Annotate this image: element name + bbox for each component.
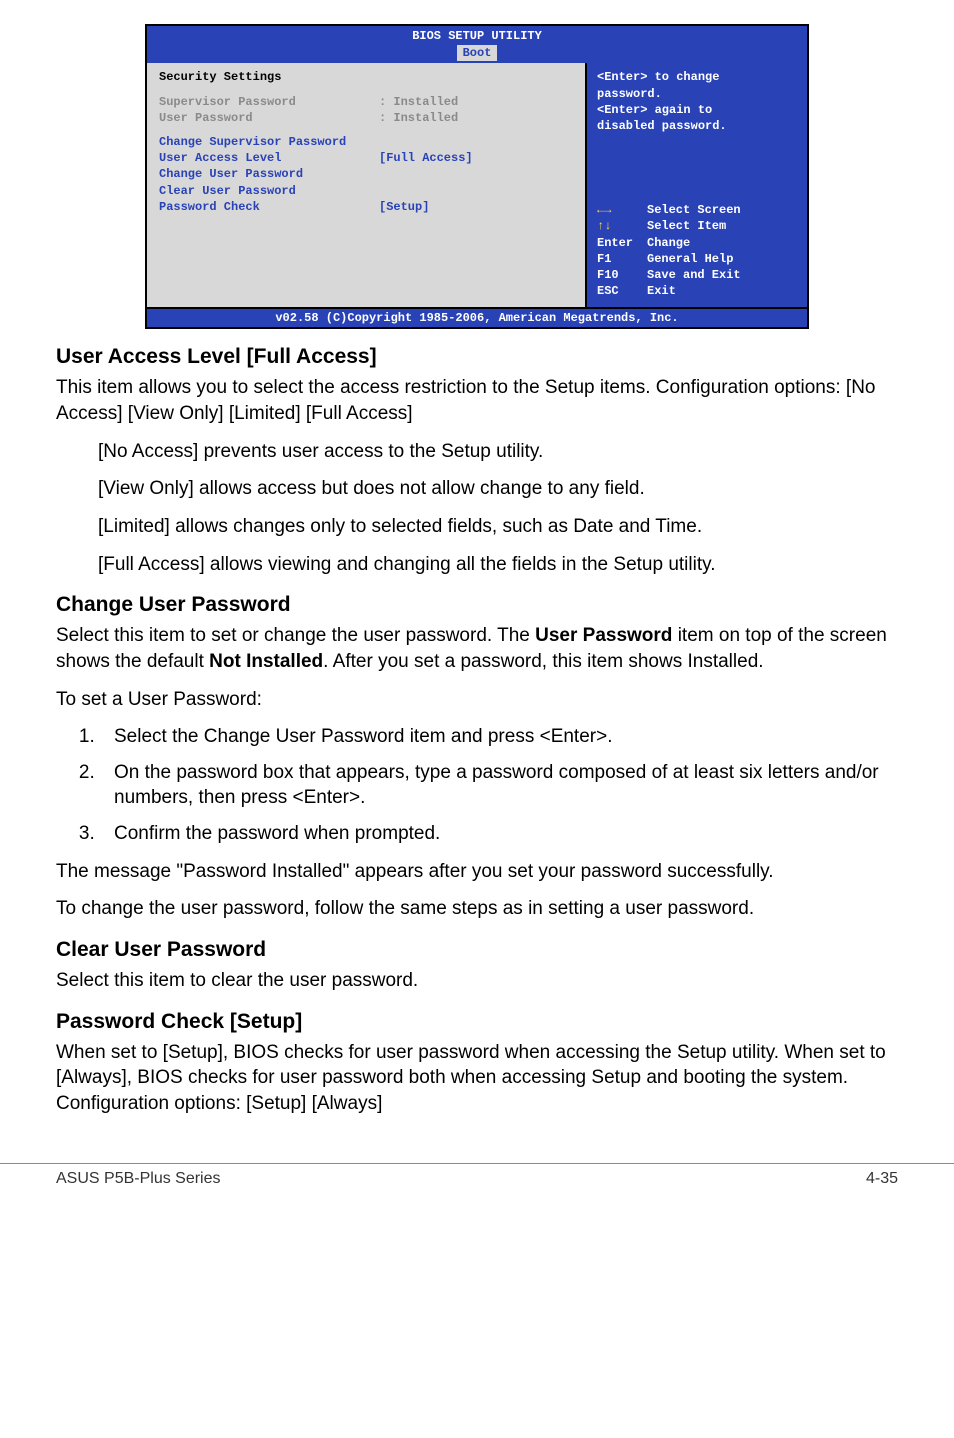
bios-key-f1-v: General Help <box>647 251 733 267</box>
para-cup-installed-msg: The message "Password Installed" appears… <box>56 859 898 885</box>
steps-list: Select the Change User Password item and… <box>56 724 898 847</box>
bios-key-f10-k: F10 <box>597 267 647 283</box>
bios-help-line4: disabled password. <box>597 118 797 134</box>
para-cup-desc: Select this item to set or change the us… <box>56 623 898 674</box>
bios-change-user: Change User Password <box>159 166 575 182</box>
arrows-h-icon: ←→ <box>597 202 647 218</box>
bios-key-f1-k: F1 <box>597 251 647 267</box>
bios-section-title: Security Settings <box>159 69 575 85</box>
heading-change-user-password: Change User Password <box>56 593 898 617</box>
bios-pwcheck-label: Password Check <box>159 199 379 215</box>
para-clear-desc: Select this item to clear the user passw… <box>56 968 898 994</box>
para-cup-change: To change the user password, follow the … <box>56 896 898 922</box>
heading-password-check: Password Check [Setup] <box>56 1010 898 1034</box>
bios-footer: v02.58 (C)Copyright 1985-2006, American … <box>147 307 807 327</box>
bios-ual-row: User Access Level [Full Access] <box>159 150 575 166</box>
bios-user-pw-value: : Installed <box>379 110 458 126</box>
bios-key-esc-k: ESC <box>597 283 647 299</box>
footer-right: 4-35 <box>866 1170 898 1188</box>
bios-ual-value: [Full Access] <box>379 150 473 166</box>
bios-user-pw-label: User Password <box>159 110 379 126</box>
bios-key-enter-k: Enter <box>597 235 647 251</box>
arrows-v-icon: ↑↓ <box>597 218 647 234</box>
step-2: On the password box that appears, type a… <box>100 760 898 811</box>
para-cup-desc-b: User Password <box>535 625 672 646</box>
para-ual-view-only: [View Only] allows access but does not a… <box>98 476 898 502</box>
bios-sup-pw-value: : Installed <box>379 94 458 110</box>
bios-help-line3: <Enter> again to <box>597 102 797 118</box>
bios-ual-label: User Access Level <box>159 150 379 166</box>
para-ual-desc: This item allows you to select the acces… <box>56 375 898 426</box>
bios-keys: ←→Select Screen ↑↓Select Item EnterChang… <box>597 202 797 299</box>
bios-sup-pw-label: Supervisor Password <box>159 94 379 110</box>
bios-help-line1: <Enter> to change <box>597 69 797 85</box>
bios-screenshot: BIOS SETUP UTILITY Boot Security Setting… <box>145 24 809 329</box>
bios-key-select-screen: Select Screen <box>647 202 741 218</box>
bios-key-f10-v: Save and Exit <box>647 267 741 283</box>
page-footer: ASUS P5B-Plus Series 4-35 <box>0 1170 954 1216</box>
bios-sup-pw-row: Supervisor Password : Installed <box>159 94 575 110</box>
bios-change-sup: Change Supervisor Password <box>159 134 575 150</box>
heading-clear-user-password: Clear User Password <box>56 938 898 962</box>
bios-title: BIOS SETUP UTILITY <box>147 28 807 44</box>
para-ual-no-access: [No Access] prevents user access to the … <box>98 439 898 465</box>
footer-rule <box>0 1163 954 1164</box>
para-cup-desc-d: Not Installed <box>209 651 323 672</box>
bios-clear-user: Clear User Password <box>159 183 575 199</box>
bios-tab-boot: Boot <box>457 45 498 61</box>
heading-user-access-level: User Access Level [Full Access] <box>56 345 898 369</box>
para-cup-toset: To set a User Password: <box>56 687 898 713</box>
bios-left-pane: Security Settings Supervisor Password : … <box>147 63 587 307</box>
bios-key-enter-v: Change <box>647 235 690 251</box>
bios-key-select-item: Select Item <box>647 218 726 234</box>
bios-help-pane: <Enter> to change password. <Enter> agai… <box>587 63 807 307</box>
bios-help-line2: password. <box>597 86 797 102</box>
para-ual-full-access: [Full Access] allows viewing and changin… <box>98 552 898 578</box>
bios-key-esc-v: Exit <box>647 283 676 299</box>
bios-user-pw-row: User Password : Installed <box>159 110 575 126</box>
bios-pwcheck-row: Password Check [Setup] <box>159 199 575 215</box>
para-cup-desc-e: . After you set a password, this item sh… <box>323 651 763 672</box>
bios-header: BIOS SETUP UTILITY Boot <box>147 26 807 63</box>
para-pwcheck-desc: When set to [Setup], BIOS checks for use… <box>56 1040 898 1117</box>
bios-pwcheck-value: [Setup] <box>379 199 429 215</box>
step-3: Confirm the password when prompted. <box>100 821 898 847</box>
footer-left: ASUS P5B-Plus Series <box>56 1170 221 1188</box>
para-cup-desc-a: Select this item to set or change the us… <box>56 625 535 646</box>
step-1: Select the Change User Password item and… <box>100 724 898 750</box>
para-ual-limited: [Limited] allows changes only to selecte… <box>98 514 898 540</box>
